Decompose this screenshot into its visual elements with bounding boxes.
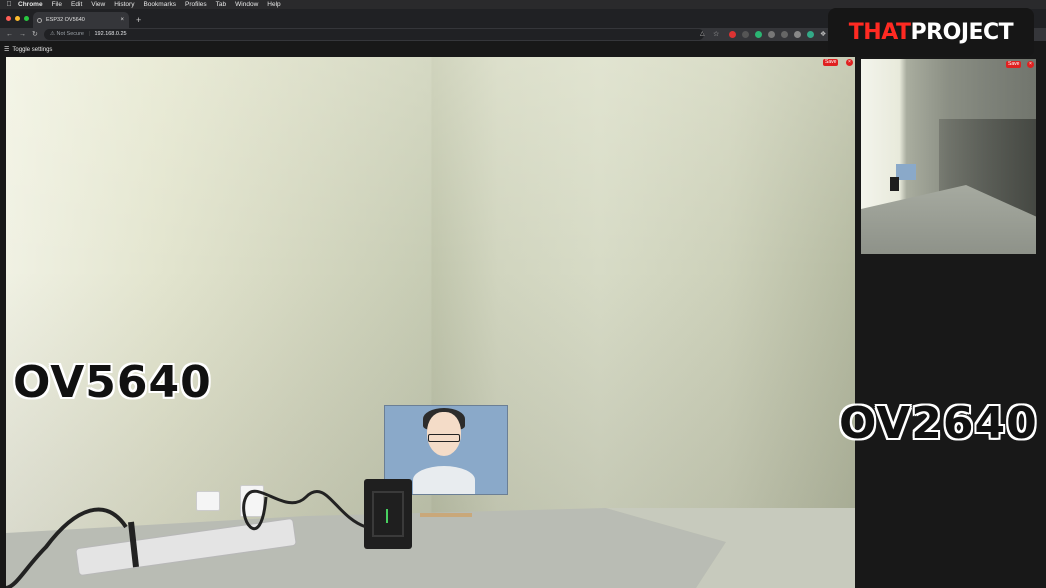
url-text: 192.168.0.25 bbox=[94, 31, 127, 37]
logo-project: PROJECT bbox=[910, 20, 1014, 45]
main-camera-stream: Save × bbox=[6, 57, 855, 588]
easel bbox=[420, 493, 472, 517]
tab-close-button[interactable]: × bbox=[120, 12, 124, 28]
portrait-painting bbox=[896, 164, 916, 180]
extension-icon[interactable] bbox=[781, 31, 788, 38]
menu-history[interactable]: History bbox=[114, 0, 134, 9]
extension-icon[interactable] bbox=[768, 31, 775, 38]
camera-page: ☰ Toggle settings Save × Save × bbox=[0, 41, 1046, 588]
toggle-settings-label: Toggle settings bbox=[12, 47, 53, 53]
close-button[interactable]: × bbox=[846, 59, 853, 66]
window-controls bbox=[6, 16, 29, 21]
apple-icon[interactable]:  bbox=[0, 0, 18, 9]
globe-icon bbox=[37, 18, 42, 23]
camera-module-box bbox=[890, 177, 899, 191]
menu-view[interactable]: View bbox=[91, 0, 105, 9]
zoom-window-button[interactable] bbox=[24, 16, 29, 21]
left-camera-label: OV5640 bbox=[13, 357, 212, 408]
forward-icon[interactable]: → bbox=[19, 28, 26, 41]
menu-help[interactable]: Help bbox=[267, 0, 280, 9]
save-button[interactable]: Save bbox=[1006, 61, 1022, 68]
toggle-settings-button[interactable]: ☰ Toggle settings bbox=[4, 46, 52, 54]
extension-icon[interactable] bbox=[794, 31, 801, 38]
extension-icon[interactable] bbox=[807, 31, 814, 38]
close-button[interactable]: × bbox=[1027, 61, 1034, 68]
cables bbox=[6, 489, 367, 588]
extension-icon[interactable] bbox=[755, 31, 762, 38]
bookmark-star-icon[interactable]: ☆ bbox=[713, 28, 719, 41]
share-icon[interactable]: △ bbox=[700, 28, 705, 41]
back-icon[interactable]: ← bbox=[6, 28, 13, 41]
extension-icon[interactable] bbox=[742, 31, 749, 38]
logo-that: THAT bbox=[848, 20, 911, 45]
minimize-window-button[interactable] bbox=[15, 16, 20, 21]
menu-icon: ☰ bbox=[4, 47, 10, 53]
menu-edit[interactable]: Edit bbox=[71, 0, 82, 9]
reload-icon[interactable]: ↻ bbox=[32, 28, 38, 41]
extension-icon[interactable] bbox=[729, 31, 736, 38]
right-camera-label: OV2640 bbox=[839, 398, 1038, 449]
menu-profiles[interactable]: Profiles bbox=[185, 0, 207, 9]
thatproject-logo: THAT PROJECT bbox=[828, 8, 1034, 57]
address-bar[interactable]: ⚠ Not Secure | 192.168.0.25 bbox=[44, 29, 704, 40]
menu-file[interactable]: File bbox=[52, 0, 62, 9]
warning-icon: ⚠ bbox=[50, 31, 55, 37]
menu-window[interactable]: Window bbox=[235, 0, 258, 9]
url-separator: | bbox=[88, 31, 90, 37]
close-window-button[interactable] bbox=[6, 16, 11, 21]
menu-app-name[interactable]: Chrome bbox=[18, 0, 43, 9]
portrait-glasses bbox=[428, 434, 460, 442]
tab-title: ESP32 OV5640 bbox=[46, 17, 85, 23]
puzzle-icon[interactable]: ❖ bbox=[820, 28, 826, 41]
menu-tab[interactable]: Tab bbox=[216, 0, 226, 9]
new-tab-button[interactable]: + bbox=[136, 12, 141, 28]
menu-bookmarks[interactable]: Bookmarks bbox=[143, 0, 176, 9]
security-label: Not Secure bbox=[56, 31, 84, 37]
save-button[interactable]: Save bbox=[823, 59, 839, 66]
status-led bbox=[386, 509, 388, 523]
side-camera-stream: Save × bbox=[861, 59, 1036, 254]
browser-tab[interactable]: ESP32 OV5640 × bbox=[33, 12, 129, 28]
portrait-body bbox=[413, 466, 475, 494]
